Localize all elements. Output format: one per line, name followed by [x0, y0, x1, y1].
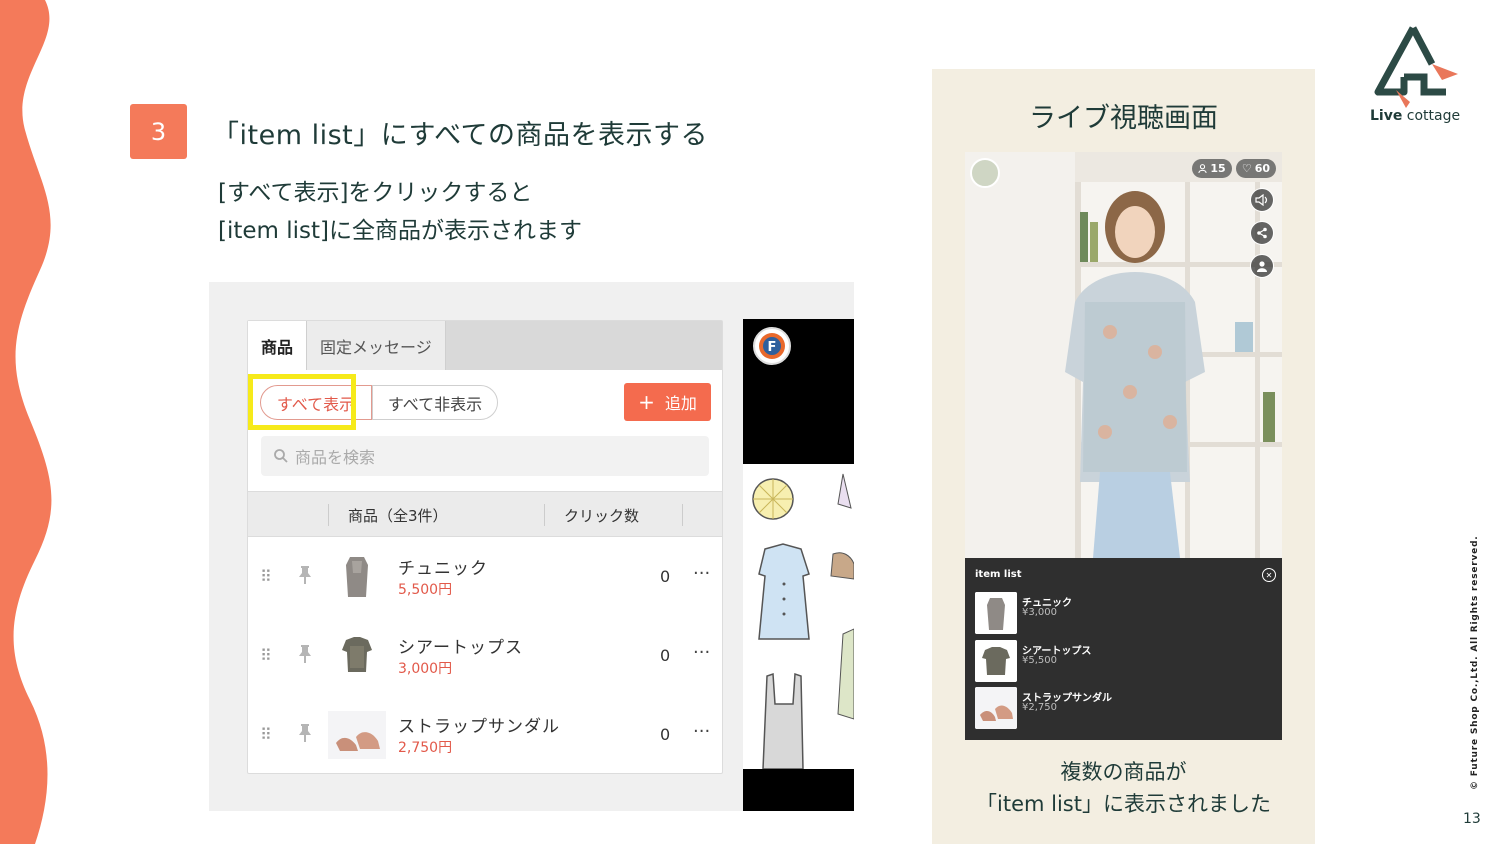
item-thumbnail — [975, 687, 1017, 729]
tab-fixed-message[interactable]: 固定メッセージ — [306, 321, 446, 370]
product-price: 2,750円 — [398, 740, 453, 756]
person-icon — [1198, 164, 1207, 173]
plus-icon: + — [638, 390, 655, 414]
step-badge: 3 — [130, 104, 187, 159]
decorative-wave — [0, 0, 52, 844]
page-number: 13 — [1463, 811, 1481, 827]
show-all-button[interactable]: すべて表示 — [260, 385, 372, 420]
list-item[interactable]: チュニック ¥3,000 — [975, 592, 1275, 636]
sound-icon[interactable] — [1250, 188, 1274, 212]
add-label: 追加 — [664, 394, 697, 413]
description-line-1: [すべて表示]をクリックすると — [218, 180, 533, 206]
svg-text:F: F — [768, 340, 777, 355]
description-line-2: [item list]に全商品が表示されます — [218, 218, 583, 244]
table-row[interactable]: ⠿ シアートップス 3,000円 0 ··· — [248, 616, 722, 695]
viewer-count: 15 — [1192, 159, 1232, 178]
panel-tabs: 商品 固定メッセージ — [248, 321, 722, 370]
step-heading: 「item list」にすべての商品を表示する — [212, 120, 709, 151]
list-item[interactable]: シアートップス ¥5,500 — [975, 640, 1275, 684]
live-video-image — [965, 152, 1282, 558]
click-count: 0 — [660, 646, 671, 665]
item-list-title: item list — [975, 569, 1022, 580]
drag-handle-icon[interactable]: ⠿ — [260, 725, 272, 744]
step-description: [すべて表示]をクリックすると [item list]に全商品が表示されます — [218, 174, 582, 250]
more-options-icon[interactable]: ··· — [693, 721, 710, 742]
drag-handle-icon[interactable]: ⠿ — [260, 567, 272, 586]
product-name: シアートップス — [398, 638, 523, 658]
item-list-panel: item list ✕ チュニック ¥3,000 シアートップス ¥5,500 … — [965, 558, 1282, 740]
product-thumbnail — [328, 632, 386, 680]
like-count-value: 60 — [1254, 162, 1271, 175]
column-divider — [328, 504, 329, 526]
search-input[interactable]: 商品を検索 — [261, 436, 709, 476]
more-options-icon[interactable]: ··· — [693, 563, 710, 584]
clothing-illustration — [743, 464, 854, 769]
table-row[interactable]: ⠿ ストラップサンダル 2,750円 0 ··· — [248, 695, 722, 774]
product-name: ストラップサンダル — [398, 717, 560, 737]
slide: 3 「item list」にすべての商品を表示する [すべて表示]をクリックする… — [0, 0, 1500, 844]
column-divider — [544, 504, 545, 526]
item-price: ¥5,500 — [1022, 655, 1057, 666]
pin-icon[interactable] — [297, 565, 313, 585]
item-price: ¥3,000 — [1022, 607, 1057, 618]
product-price: 3,000円 — [398, 661, 453, 677]
item-thumbnail — [975, 640, 1017, 682]
column-divider — [682, 504, 683, 526]
viewer-caption: 複数の商品が 「item list」に表示されました — [932, 756, 1315, 820]
share-icon[interactable] — [1250, 221, 1274, 245]
column-product: 商品（全3件） — [348, 507, 448, 525]
table-header: 商品（全3件） クリック数 — [248, 491, 722, 537]
hide-all-button[interactable]: すべて非表示 — [372, 385, 498, 420]
product-price: 5,500円 — [398, 582, 453, 598]
click-count: 0 — [660, 567, 671, 586]
table-row[interactable]: ⠿ チュニック 5,500円 0 ··· — [248, 537, 722, 616]
brand-name-bold: Live — [1370, 108, 1403, 124]
like-count: ♡ 60 — [1236, 159, 1276, 178]
search-placeholder: 商品を検索 — [295, 448, 376, 467]
brand-name-rest: cottage — [1402, 108, 1461, 124]
heart-icon: ♡ — [1241, 162, 1252, 175]
search-icon — [274, 449, 288, 463]
product-thumbnail — [328, 711, 386, 759]
tab-products[interactable]: 商品 — [248, 321, 307, 370]
brand-name: Live cottage — [1370, 108, 1460, 124]
more-options-icon[interactable]: ··· — [693, 642, 710, 663]
viewer-count-value: 15 — [1210, 162, 1226, 175]
phone-screen: 15 ♡ 60 item list ✕ チュニック ¥3,000 シアートップス… — [965, 152, 1282, 740]
copyright-text: © Future Shop Co.,Ltd. All Rights reserv… — [1470, 535, 1480, 790]
drag-handle-icon[interactable]: ⠿ — [260, 646, 272, 665]
column-clicks: クリック数 — [564, 507, 640, 525]
product-panel: 商品 固定メッセージ すべて表示 すべて非表示 + 追加 商品を検索 商品（全3… — [247, 320, 723, 774]
pin-icon[interactable] — [297, 644, 313, 664]
shop-logo-icon: F — [753, 327, 791, 365]
profile-icon[interactable] — [1250, 254, 1274, 278]
add-button[interactable]: + 追加 — [624, 383, 711, 421]
item-thumbnail — [975, 592, 1017, 634]
click-count: 0 — [660, 725, 671, 744]
item-price: ¥2,750 — [1022, 702, 1057, 713]
caption-line-1: 複数の商品が — [1060, 760, 1187, 784]
admin-screenshot: 商品 固定メッセージ すべて表示 すべて非表示 + 追加 商品を検索 商品（全3… — [209, 282, 854, 811]
product-name: チュニック — [398, 559, 488, 579]
stream-preview: F — [743, 319, 854, 811]
product-thumbnail — [328, 553, 386, 601]
close-icon[interactable]: ✕ — [1262, 568, 1276, 582]
viewer-card: ライブ視聴画面 15 ♡ 60 item list ✕ チュニック ¥3,000… — [932, 69, 1315, 844]
pin-icon[interactable] — [297, 723, 313, 743]
list-item[interactable]: ストラップサンダル ¥2,750 — [975, 687, 1275, 731]
streamer-avatar[interactable] — [970, 158, 1000, 188]
caption-line-2: 「item list」に表示されました — [976, 792, 1271, 816]
viewer-title: ライブ視聴画面 — [1029, 103, 1218, 134]
